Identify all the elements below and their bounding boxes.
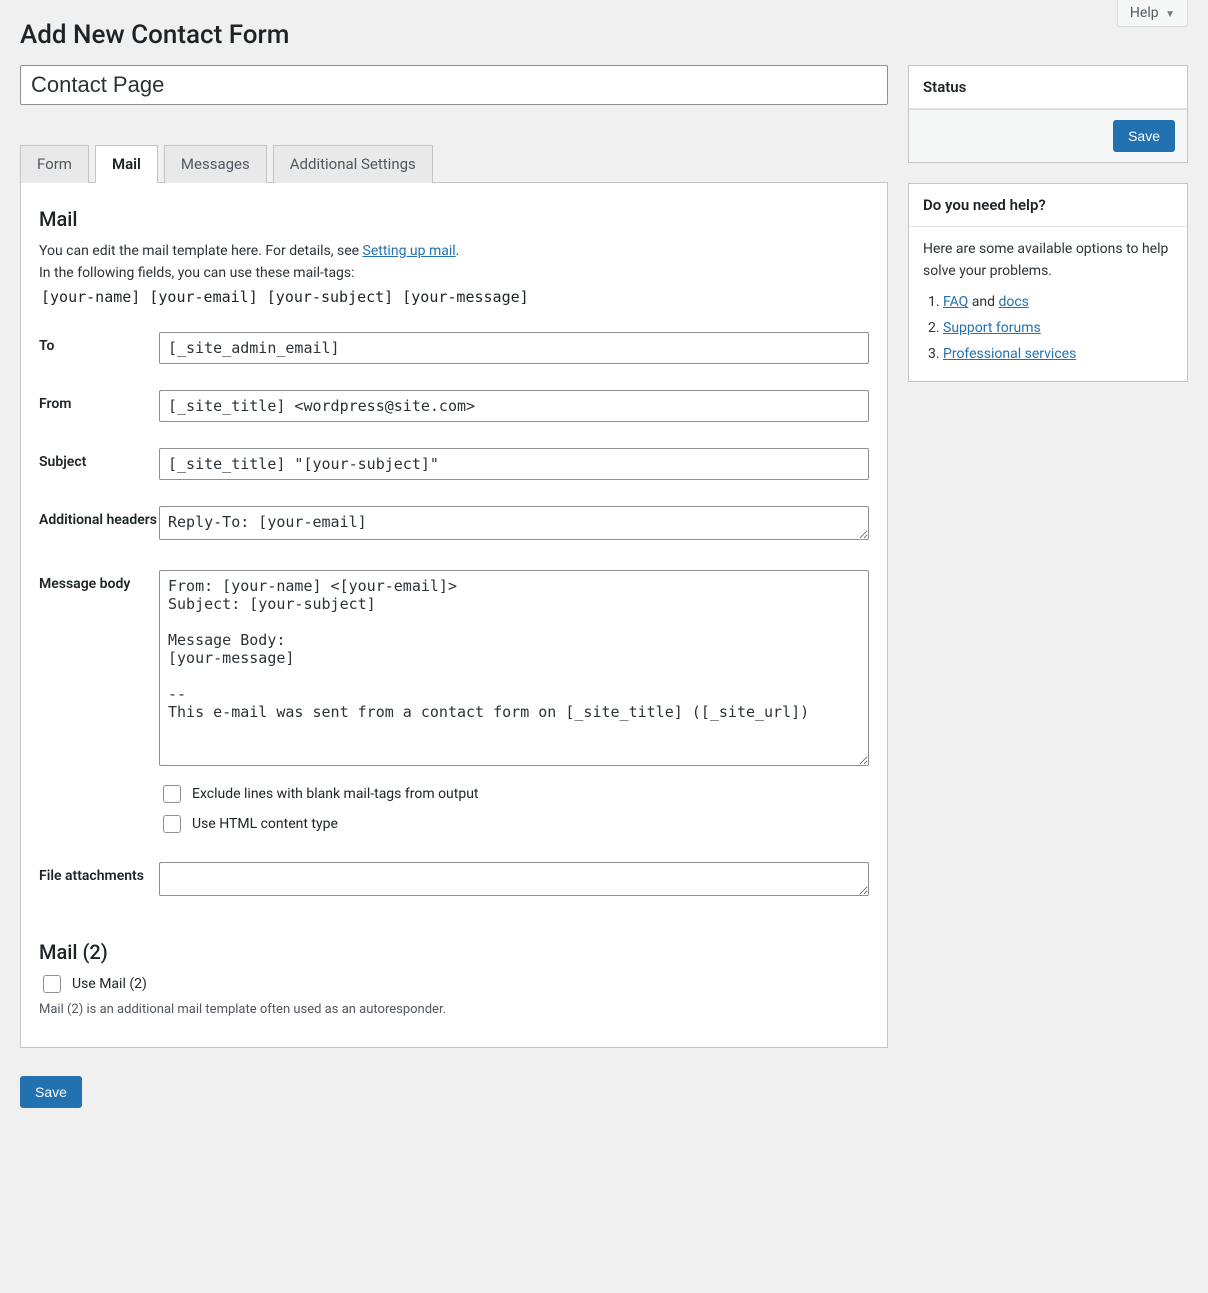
from-label: From xyxy=(39,390,159,412)
list-item: FAQ and docs xyxy=(943,292,1173,314)
mail-intro: You can edit the mail template here. For… xyxy=(39,241,869,284)
file-attachments-label: File attachments xyxy=(39,862,159,884)
tab-messages[interactable]: Messages xyxy=(164,145,267,183)
status-title: Status xyxy=(909,66,1187,109)
mail-panel: Mail You can edit the mail template here… xyxy=(20,182,888,1048)
save-button-side[interactable]: Save xyxy=(1113,120,1175,152)
tab-mail[interactable]: Mail xyxy=(95,145,158,183)
exclude-blank-label: Exclude lines with blank mail-tags from … xyxy=(192,786,479,802)
mail-heading: Mail xyxy=(39,207,869,231)
additional-headers-input[interactable] xyxy=(159,506,869,540)
from-input[interactable] xyxy=(159,390,869,422)
chevron-down-icon: ▼ xyxy=(1165,9,1175,20)
mail-tags: [your-name] [your-email] [your-subject] … xyxy=(41,288,869,306)
tab-bar: Form Mail Messages Additional Settings xyxy=(20,145,888,183)
and-text: and xyxy=(968,294,998,310)
use-html-checkbox[interactable] xyxy=(163,815,181,833)
list-item: Professional services xyxy=(943,344,1173,366)
page-title: Add New Contact Form xyxy=(20,0,1188,65)
help-title: Do you need help? xyxy=(909,184,1187,227)
mail2-note: Mail (2) is an additional mail template … xyxy=(39,1002,869,1017)
help-screen-tab[interactable]: Help ▼ xyxy=(1117,0,1188,27)
support-forums-link[interactable]: Support forums xyxy=(943,320,1041,336)
form-title-input[interactable] xyxy=(20,65,888,105)
subject-label: Subject xyxy=(39,448,159,470)
message-body-label: Message body xyxy=(39,570,159,592)
faq-link[interactable]: FAQ xyxy=(943,294,968,310)
help-postbox: Do you need help? Here are some availabl… xyxy=(908,183,1188,382)
file-attachments-input[interactable] xyxy=(159,862,869,896)
message-body-input[interactable] xyxy=(159,570,869,766)
use-html-label: Use HTML content type xyxy=(192,816,338,832)
professional-services-link[interactable]: Professional services xyxy=(943,346,1076,362)
help-intro: Here are some available options to help … xyxy=(923,239,1173,282)
use-mail2-checkbox[interactable] xyxy=(43,975,61,993)
mail-intro-line2: In the following fields, you can use the… xyxy=(39,265,355,281)
subject-input[interactable] xyxy=(159,448,869,480)
tab-form[interactable]: Form xyxy=(20,145,89,183)
mail2-heading: Mail (2) xyxy=(39,940,869,964)
setting-up-mail-link[interactable]: Setting up mail xyxy=(363,243,456,259)
list-item: Support forums xyxy=(943,318,1173,340)
to-label: To xyxy=(39,332,159,354)
docs-link[interactable]: docs xyxy=(998,294,1028,310)
additional-headers-label: Additional headers xyxy=(39,506,159,528)
save-button-bottom[interactable]: Save xyxy=(20,1076,82,1108)
to-input[interactable] xyxy=(159,332,869,364)
mail-intro-period: . xyxy=(456,243,460,259)
tab-additional-settings[interactable]: Additional Settings xyxy=(273,145,433,183)
status-postbox: Status Save xyxy=(908,65,1188,163)
mail-intro-text: You can edit the mail template here. For… xyxy=(39,243,363,259)
use-mail2-label: Use Mail (2) xyxy=(72,976,147,992)
help-label: Help xyxy=(1130,5,1159,21)
exclude-blank-checkbox[interactable] xyxy=(163,785,181,803)
